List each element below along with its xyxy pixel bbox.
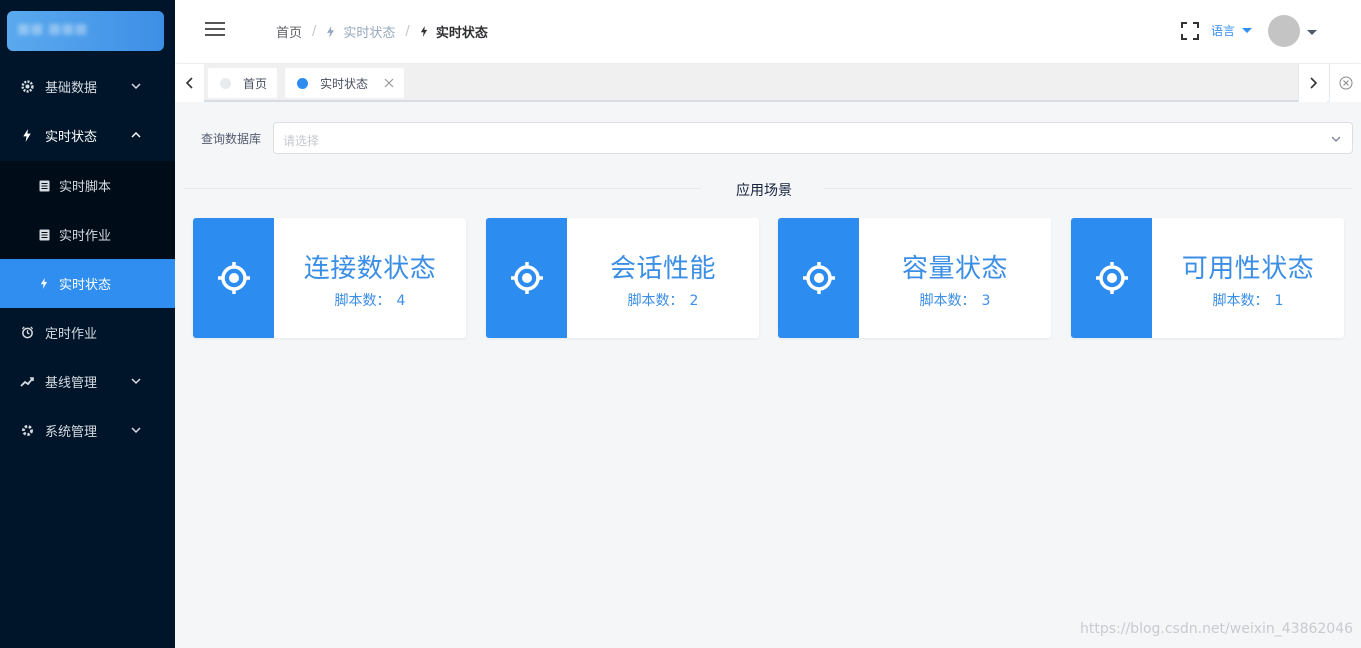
tag-home[interactable]: 首页 — [208, 68, 278, 98]
flash-icon — [38, 277, 50, 291]
target-icon — [802, 262, 835, 294]
alarm-icon — [20, 326, 34, 340]
sidebar-item-label: 基础数据 — [45, 81, 98, 96]
sidebar-item-label: 实时作业 — [59, 229, 112, 244]
caret-down-icon — [1242, 28, 1253, 33]
scenario-card-availability[interactable]: 可用性状态 脚本数： 1 — [1071, 218, 1344, 338]
breadcrumb-realtime-status[interactable]: 实时状态 — [326, 22, 395, 41]
chevron-down-icon — [131, 83, 141, 90]
sidebar-item-system[interactable]: 系统管理 — [0, 406, 175, 455]
app-logo[interactable]: ■■ ■■■ — [7, 11, 164, 51]
sidebar-submenu: 实时脚本 实时作业 实时状态 — [0, 161, 175, 308]
sidebar: ■■ ■■■ 基础数据 实时状态 实时脚本 实时作业 实时状态 定时作业 基线管… — [0, 0, 175, 648]
sidebar-item-label: 系统管理 — [45, 425, 98, 440]
flash-icon — [326, 25, 335, 38]
flash-icon — [420, 26, 428, 37]
scenario-card-capacity[interactable]: 容量状态 脚本数： 3 — [778, 218, 1051, 338]
sidebar-item-scheduled-job[interactable]: 定时作业 — [0, 308, 175, 357]
breadcrumb-current: 实时状态 — [420, 22, 488, 41]
card-count: 脚本数： 4 — [334, 293, 406, 309]
tags-scroll-area: 首页 实时状态 — [204, 64, 1298, 102]
sidebar-item-label: 实时脚本 — [59, 180, 112, 195]
tags-next-button[interactable] — [1298, 64, 1327, 102]
chevron-right-icon — [1310, 77, 1318, 89]
document-icon — [38, 179, 50, 193]
chevron-up-icon — [131, 131, 141, 138]
section-divider: 应用场景 — [184, 178, 1352, 199]
tags-bar: 首页 实时状态 — [175, 64, 1361, 102]
document-icon — [38, 228, 50, 242]
sidebar-item-basic-data[interactable]: 基础数据 — [0, 62, 175, 111]
chevron-left-icon — [185, 77, 193, 89]
tag-realtime-status[interactable]: 实时状态 — [285, 68, 405, 98]
db-select[interactable]: 请选择 — [273, 122, 1353, 154]
scenario-card-session[interactable]: 会话性能 脚本数： 2 — [486, 218, 759, 338]
avatar[interactable] — [1268, 15, 1300, 47]
card-title: 容量状态 — [901, 254, 1008, 284]
main-content: 查询数据库 请选择 应用场景 连接数状态 脚本数： 4 会话性能 脚本数： 2 容量… — [175, 102, 1361, 648]
sidebar-item-label: 基线管理 — [45, 376, 98, 391]
tag-dot — [220, 77, 231, 89]
target-icon — [1095, 262, 1128, 294]
close-circle-icon — [1339, 76, 1352, 90]
target-icon — [217, 262, 250, 294]
db-label: 查询数据库 — [201, 132, 262, 146]
caret-down-icon[interactable] — [1307, 30, 1317, 35]
card-title: 会话性能 — [609, 254, 716, 284]
chevron-down-icon — [1331, 136, 1341, 142]
db-select-placeholder: 请选择 — [283, 134, 320, 148]
chevron-down-icon — [131, 427, 141, 434]
card-count: 脚本数： 2 — [627, 293, 699, 309]
breadcrumb: 首页 / 实时状态 / 实时状态 — [276, 22, 488, 41]
top-header: 首页 / 实时状态 / 实时状态 语言 — [175, 0, 1361, 63]
sidebar-subitem-realtime-script[interactable]: 实时脚本 — [0, 161, 175, 210]
tag-dot — [297, 77, 308, 89]
tags-prev-button[interactable] — [175, 64, 204, 102]
sidebar-item-label: 实时状态 — [45, 130, 98, 145]
sidebar-item-baseline[interactable]: 基线管理 — [0, 357, 175, 406]
hamburger-menu-icon[interactable] — [205, 21, 225, 37]
flash-icon — [20, 129, 34, 143]
sidebar-item-label: 定时作业 — [45, 327, 98, 342]
sidebar-subitem-realtime-status[interactable]: 实时状态 — [0, 259, 175, 308]
close-icon[interactable] — [384, 78, 394, 88]
target-icon — [510, 262, 543, 294]
card-title: 可用性状态 — [1181, 254, 1315, 284]
trend-icon — [20, 375, 34, 389]
language-dropdown[interactable]: 语言 — [1211, 22, 1253, 39]
scenario-card-connections[interactable]: 连接数状态 脚本数： 4 — [193, 218, 466, 338]
sidebar-item-label: 实时状态 — [59, 278, 112, 293]
breadcrumb-home[interactable]: 首页 — [276, 22, 302, 41]
sidebar-subitem-realtime-job[interactable]: 实时作业 — [0, 210, 175, 259]
settings-icon — [20, 80, 34, 94]
gear-icon — [20, 424, 34, 438]
watermark: https://blog.csdn.net/weixin_43862046 — [1080, 621, 1354, 637]
section-title: 应用场景 — [736, 183, 792, 199]
card-count: 脚本数： 1 — [1212, 293, 1284, 309]
sidebar-item-realtime-status[interactable]: 实时状态 — [0, 111, 175, 160]
close-all-tags-button[interactable] — [1329, 64, 1361, 102]
card-title: 连接数状态 — [303, 254, 437, 284]
card-count: 脚本数： 3 — [919, 293, 991, 309]
chevron-down-icon — [131, 378, 141, 385]
fullscreen-icon[interactable] — [1181, 22, 1199, 40]
